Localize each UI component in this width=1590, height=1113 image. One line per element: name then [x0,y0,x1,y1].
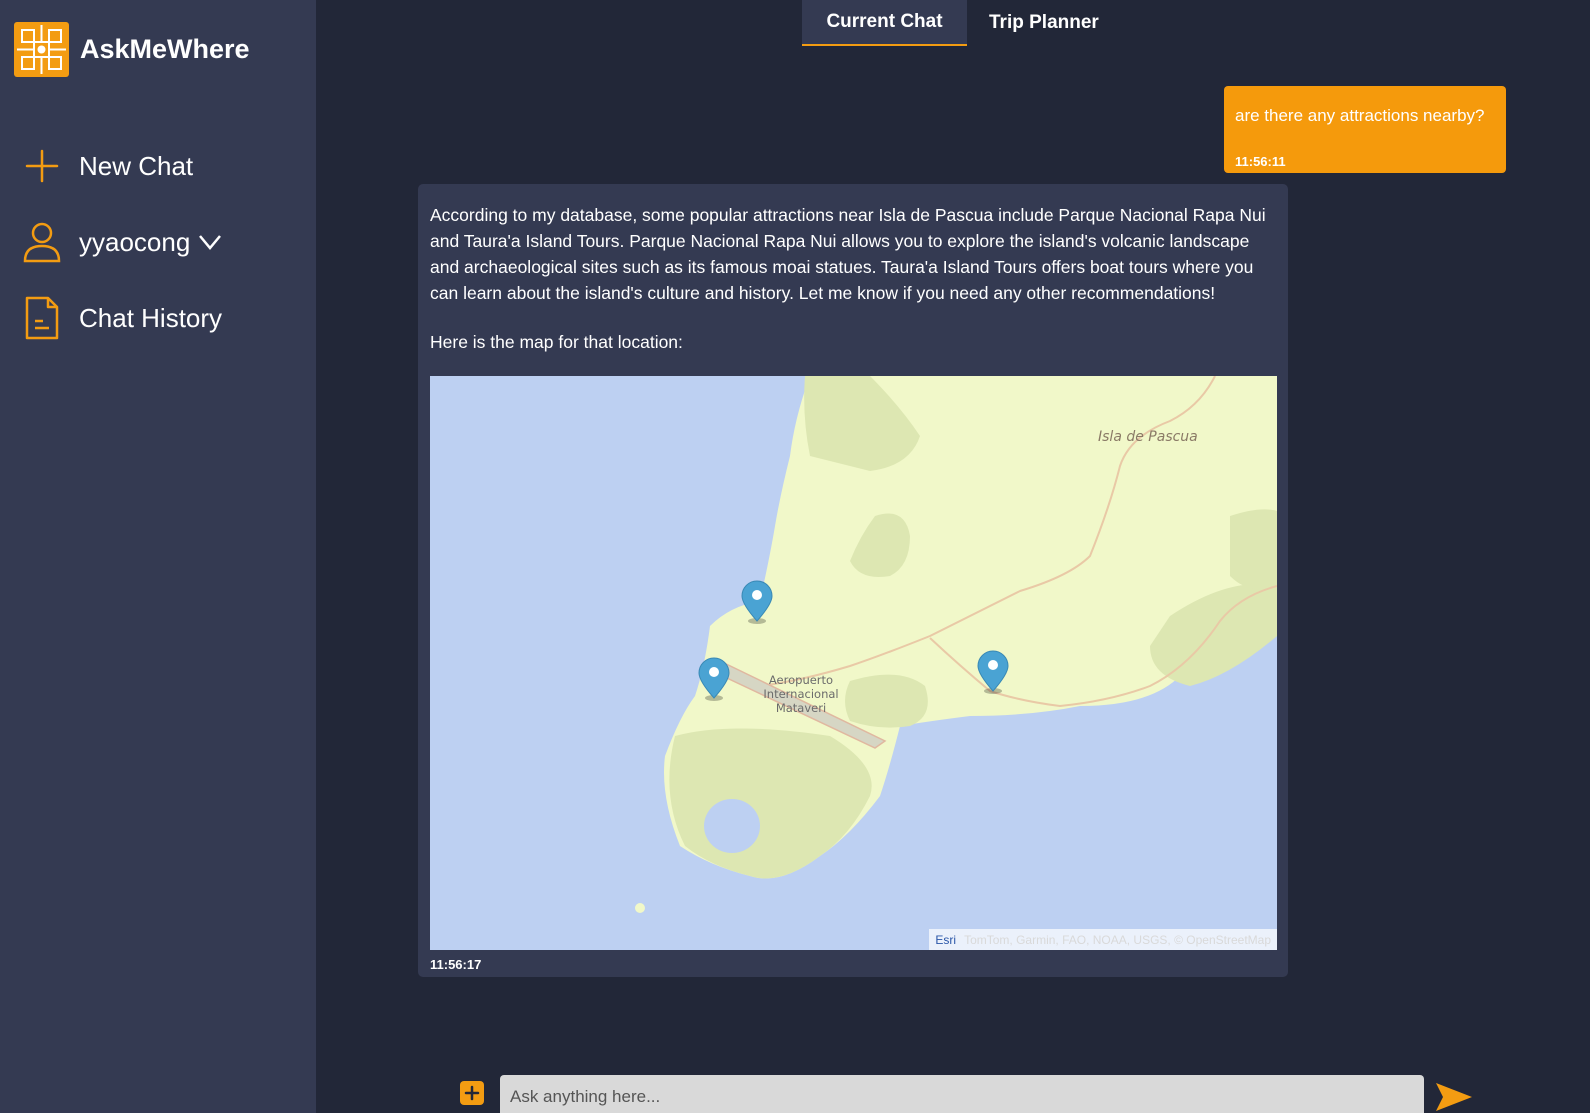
chat-input[interactable] [500,1075,1424,1113]
bot-message-text: According to my database, some popular a… [430,205,1266,303]
brand[interactable]: AskMeWhere [14,22,250,77]
bot-message-time: 11:56:17 [430,957,482,972]
attach-button[interactable] [460,1081,484,1105]
map-airport-label-2: Internacional [763,687,838,701]
map-place-label: Isla de Pascua [1098,429,1198,445]
user-message-time: 11:56:11 [1235,154,1286,169]
map-park-central [845,674,928,728]
document-icon [22,296,62,340]
map-airport-label-1: Aeropuerto [769,673,833,687]
send-icon [1436,1083,1472,1111]
sidebar-item-user[interactable]: yyaocong [22,220,222,264]
map-attribution-text: TomTom, Garmin, FAO, NOAA, USGS, © OpenS… [964,932,1271,947]
user-message: are there any attractions nearby? 11:56:… [1224,86,1506,173]
plus-icon [464,1085,480,1101]
bot-map-label: Here is the map for that location: [430,332,683,352]
tab-bar: Current Chat Trip Planner [802,0,1121,46]
map-crater [704,799,760,853]
tab-trip-planner[interactable]: Trip Planner [967,0,1121,46]
tab-current-chat[interactable]: Current Chat [802,0,967,46]
bot-message: According to my database, some popular a… [418,184,1288,977]
user-icon [22,220,62,264]
sidebar-item-label: yyaocong [79,226,191,257]
sidebar-item-label: New Chat [79,150,194,181]
brand-name: AskMeWhere [80,34,250,64]
map-park-northeast [1230,509,1277,590]
chevron-down-icon[interactable] [198,233,222,251]
map-islet [635,903,645,913]
user-message-text: are there any attractions nearby? [1235,106,1485,125]
map-attribution-brand[interactable]: Esri [935,933,956,947]
logo-icon [14,22,69,77]
send-button[interactable] [1434,1081,1474,1113]
plus-icon [22,144,62,188]
map-park-southwest [669,728,872,879]
sidebar-item-chat-history[interactable]: Chat History [22,296,222,340]
sidebar-item-new-chat[interactable]: New Chat [22,144,193,188]
sidebar-item-label: Chat History [79,302,223,333]
sidebar: AskMeWhere New Chat yyaocong Chat Histor… [0,0,316,1113]
map-airport-label-3: Mataveri [776,701,826,715]
map-attribution[interactable]: Esri TomTom, Garmin, FAO, NOAA, USGS, © … [929,929,1277,950]
map[interactable]: Isla de Pascua Aeropuerto Internacional … [430,376,1277,950]
